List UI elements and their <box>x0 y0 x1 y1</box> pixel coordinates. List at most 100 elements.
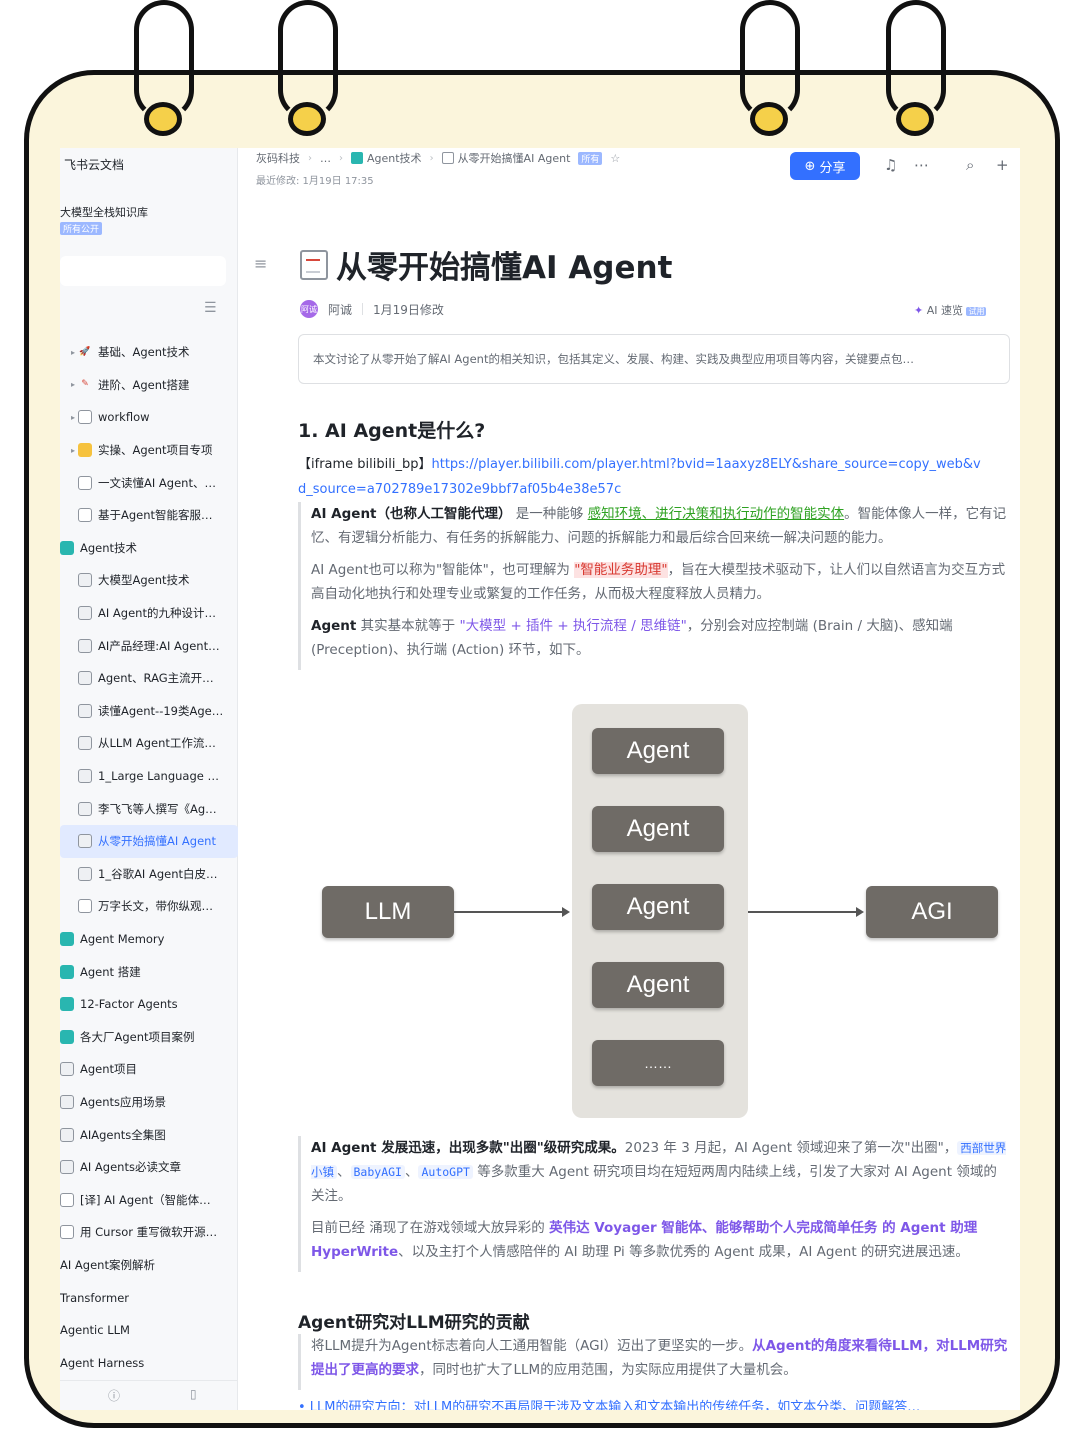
sidebar-item[interactable]: AI产品经理:AI Agent… <box>60 629 238 662</box>
sidebar-item[interactable]: 李飞飞等人撰写《Ag… <box>60 792 238 825</box>
diagram-llm-box: LLM <box>322 886 454 938</box>
bell-icon[interactable]: ♫ <box>884 156 897 174</box>
sidebar-item[interactable]: 1_谷歌AI Agent白皮… <box>60 858 238 891</box>
trash-icon[interactable]: ▯ <box>190 1387 197 1401</box>
sidebar-item-label: 一文读懂AI Agent、… <box>98 475 216 490</box>
sidebar-item[interactable]: Agent Harness <box>60 1346 238 1379</box>
doc-icon <box>78 475 92 490</box>
caret-right-icon[interactable]: ▸ <box>68 380 78 389</box>
sidebar-item-label: AIAgents全集图 <box>80 1127 166 1142</box>
collapse-tree-icon[interactable]: ☰ <box>204 300 217 316</box>
knowledge-base-title[interactable]: 大模型全栈知识库 <box>60 204 148 220</box>
ai-read-button[interactable]: ✦ AI 速览 试用 <box>914 302 987 318</box>
diagram-agent-box: Agent <box>592 728 724 774</box>
sidebar-item[interactable]: Agentic LLM <box>60 1314 238 1347</box>
sidebar-item[interactable]: AI Agents必读文章 <box>60 1151 238 1184</box>
sidebar-item[interactable]: AI Agent的九种设计… <box>60 597 238 630</box>
diagram-agent-box: Agent <box>592 962 724 1008</box>
sheet-icon <box>60 1127 74 1142</box>
sidebar-item-label: AI Agent案例解析 <box>60 1257 155 1272</box>
sidebar-item-label: 12-Factor Agents <box>80 997 178 1012</box>
sidebar-item[interactable]: Transformer <box>60 1281 238 1314</box>
folder-icon <box>60 540 74 555</box>
caret-right-icon[interactable]: ▸ <box>68 446 78 455</box>
sidebar-item[interactable]: 读懂Agent--19类Age… <box>60 695 238 728</box>
sidebar: 飞书云文档 大模型全栈知识库 所有公开 ☰ ▸ 🚀 基础、Agent技术 ▸ ✎ 进阶、A… <box>60 148 238 1410</box>
diagram-agi-box: AGI <box>866 886 998 938</box>
breadcrumb: 灰码科技 › … › Agent技术 › 从零开始搞懂AI Agent 所有 ☆ <box>256 150 620 166</box>
sidebar-item[interactable]: 从LLM Agent工作流… <box>60 727 238 760</box>
sheet-icon <box>78 671 92 686</box>
sidebar-item[interactable]: Agent技术 <box>60 532 238 565</box>
breadcrumb-item[interactable]: … <box>320 152 331 165</box>
sidebar-item[interactable]: Agent、RAG主流开… <box>60 662 238 695</box>
sidebar-item[interactable]: 12-Factor Agents <box>60 988 238 1021</box>
sidebar-item[interactable]: 大模型Agent技术 <box>60 564 238 597</box>
share-button[interactable]: ⊕ 分享 <box>790 152 860 180</box>
quote-block: 将LLM提升为Agent标志着向人工通用智能（AGI）迈出了更坚实的一步。从Ag… <box>298 1334 1010 1390</box>
outline-icon[interactable]: ≡ <box>254 254 267 273</box>
sidebar-item[interactable]: 基于Agent智能客服… <box>60 499 238 532</box>
sidebar-item-label: AI Agents必读文章 <box>80 1160 181 1175</box>
breadcrumb-item[interactable]: Agent技术 <box>351 150 422 166</box>
sidebar-item[interactable]: ▸ workflow <box>60 401 238 434</box>
quote-block: AI Agent 发展迅速，出现多款"出圈"级研究成果。2023 年 3 月起，… <box>298 1136 1010 1272</box>
sidebar-item-label: 万字长文，带你纵观… <box>98 899 213 914</box>
sidebar-item[interactable]: AIAgents全集图 <box>60 1118 238 1151</box>
author-name[interactable]: 阿诚 <box>328 301 352 318</box>
doc-icon <box>60 1225 74 1240</box>
breadcrumb-item[interactable]: 灰码科技 <box>256 150 300 166</box>
sidebar-item[interactable]: 万字长文，带你纵观… <box>60 890 238 923</box>
sidebar-item[interactable]: ▸ 实操、Agent项目专项 <box>60 434 238 467</box>
sidebar-item[interactable]: [译] AI Agent（智能体… <box>60 1183 238 1216</box>
sidebar-item-label: workflow <box>98 410 150 425</box>
diagram-ellipsis-box: …… <box>592 1040 724 1086</box>
doc-icon <box>78 899 92 914</box>
sidebar-item[interactable]: Agent项目 <box>60 1053 238 1086</box>
sheet-icon <box>78 703 92 718</box>
sidebar-item-label: Transformer <box>60 1290 130 1305</box>
sidebar-item[interactable]: 1_Large Language … <box>60 760 238 793</box>
caret-right-icon[interactable]: ▸ <box>68 413 78 422</box>
sidebar-item[interactable]: Agents应用场景 <box>60 1086 238 1119</box>
avatar[interactable]: 阿诚 <box>300 300 318 318</box>
chevron-right-icon: › <box>339 152 343 164</box>
sheet-icon <box>60 1062 74 1077</box>
search-icon[interactable]: ⌕ <box>966 156 974 174</box>
permission-tag: 所有 <box>578 151 603 165</box>
main-content: 灰码科技 › … › Agent技术 › 从零开始搞懂AI Agent 所有 ☆… <box>238 148 1020 1410</box>
folder-icon <box>60 964 74 979</box>
sidebar-item-label: 进阶、Agent搭建 <box>98 377 190 392</box>
star-icon[interactable]: ☆ <box>610 152 620 165</box>
app-brand: 飞书云文档 <box>64 158 125 172</box>
binder-ring <box>732 0 812 140</box>
sidebar-item-label: AI产品经理:AI Agent… <box>98 638 220 653</box>
list-item: • LLM的研究方向：对LLM的研究不再局限于涉及文本输入和文本输出的传统任务，… <box>298 1400 921 1410</box>
sheet-icon <box>78 801 92 816</box>
sidebar-item-label: 李飞飞等人撰写《Ag… <box>98 801 217 816</box>
sidebar-item[interactable]: Agent 搭建 <box>60 955 238 988</box>
caret-right-icon[interactable]: ▸ <box>68 348 78 357</box>
sidebar-item[interactable]: ▸ 🚀 基础、Agent技术 <box>60 336 238 369</box>
sheet-icon <box>78 769 92 784</box>
sidebar-item[interactable]: 各大厂Agent项目案例 <box>60 1020 238 1053</box>
sidebar-item[interactable]: Agent Memory <box>60 923 238 956</box>
sheet-icon <box>78 606 92 621</box>
sidebar-search-input[interactable] <box>60 256 226 286</box>
binder-ring <box>270 0 350 140</box>
sidebar-item[interactable]: 从零开始搞懂AI Agent <box>60 824 238 858</box>
ai-summary[interactable]: 本文讨论了从零开始了解AI Agent的相关知识，包括其定义、发展、构建、实践及… <box>298 334 1010 384</box>
doc-icon <box>60 1192 74 1207</box>
sidebar-item[interactable]: 用 Cursor 重写微软开源… <box>60 1216 238 1249</box>
info-icon[interactable]: ⓘ <box>108 1387 120 1404</box>
sidebar-tree: ▸ 🚀 基础、Agent技术 ▸ ✎ 进阶、Agent搭建 ▸ workflow ▸ 实操、Age… <box>60 336 238 1379</box>
diagram-agent-box: Agent <box>592 884 724 930</box>
topbar: 灰码科技 › … › Agent技术 › 从零开始搞懂AI Agent 所有 ☆… <box>238 148 1020 194</box>
more-icon[interactable]: ⋯ <box>914 156 929 174</box>
sidebar-item[interactable]: ▸ ✎ 进阶、Agent搭建 <box>60 369 238 402</box>
sidebar-item[interactable]: AI Agent案例解析 <box>60 1249 238 1282</box>
breadcrumb-item[interactable]: 从零开始搞懂AI Agent <box>441 150 570 166</box>
sidebar-item-label: 1_Large Language … <box>98 769 219 784</box>
plus-icon[interactable]: + <box>996 156 1009 174</box>
sidebar-item[interactable]: 一文读懂AI Agent、… <box>60 466 238 499</box>
